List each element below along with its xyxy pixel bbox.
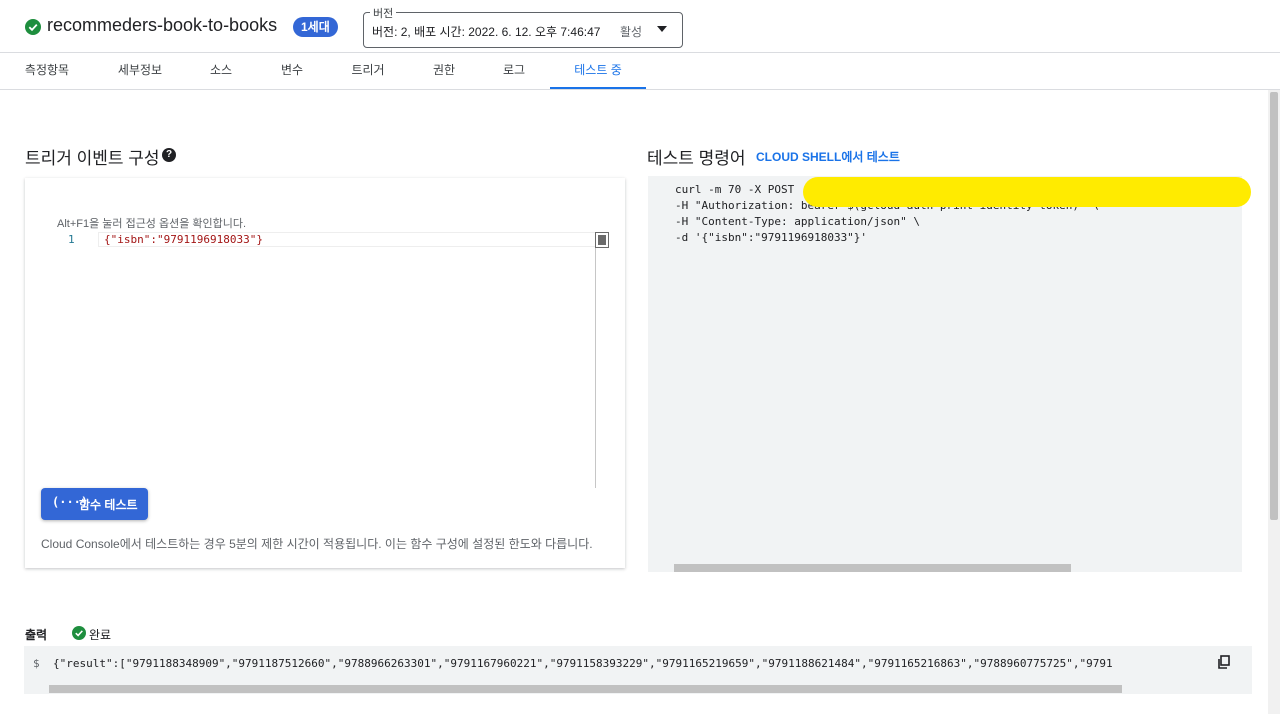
- output-result: {"result":["9791188348909","979118751266…: [53, 657, 1113, 670]
- editor-overview-marker: [595, 232, 609, 248]
- output-prompt: $: [33, 657, 40, 670]
- tab-metrics[interactable]: 측정항목: [24, 53, 70, 89]
- command-section-title: 테스트 명령어: [647, 149, 746, 168]
- check-circle-icon: [25, 19, 41, 35]
- tab-variables[interactable]: 변수: [280, 53, 304, 89]
- version-select-label: 버전: [370, 5, 397, 21]
- help-icon[interactable]: ?: [162, 148, 176, 162]
- tab-logs[interactable]: 로그: [502, 53, 526, 89]
- tab-details[interactable]: 세부정보: [117, 53, 163, 89]
- command-scrollbar[interactable]: [674, 564, 1071, 572]
- tab-source[interactable]: 소스: [209, 53, 233, 89]
- tab-bar: 측정항목 세부정보 소스 변수 트리거 권한 로그 테스트 중: [0, 53, 1280, 90]
- editor-accessibility-hint: Alt+F1을 눌러 접근성 옵션을 확인합니다.: [57, 218, 247, 230]
- command-line: curl -m 70 -X POST: [675, 183, 795, 196]
- version-select-value[interactable]: 버전: 2, 배포 시간: 2022. 6. 12. 오후 7:46:47: [372, 23, 600, 40]
- generation-badge: 1세대: [293, 17, 338, 37]
- tab-permissions[interactable]: 권한: [432, 53, 456, 89]
- function-title: recommeders-book-to-books: [47, 15, 278, 35]
- test-function-button[interactable]: (···) 함수 테스트: [41, 488, 148, 520]
- test-function-button-label: 함수 테스트: [79, 498, 138, 512]
- copy-icon[interactable]: [1217, 655, 1231, 669]
- header: recommeders-book-to-books 1세대 버전 버전: 2, …: [0, 0, 1280, 53]
- output-status: 완료: [89, 628, 112, 642]
- version-status: 활성: [620, 25, 643, 39]
- output-scrollbar[interactable]: [49, 685, 1122, 693]
- output-label: 출력: [25, 628, 48, 642]
- redaction-mark: [803, 177, 1251, 207]
- command-line: -H "Content-Type: application/json" \: [675, 215, 921, 228]
- dropdown-arrow-icon[interactable]: [657, 26, 667, 32]
- editor-code[interactable]: {"isbn":"9791196918033"}: [104, 233, 263, 246]
- tab-testing[interactable]: 테스트 중: [550, 53, 646, 89]
- timeout-notice: Cloud Console에서 테스트하는 경우 5분의 제한 시간이 적용됩니…: [41, 537, 593, 551]
- tab-triggers[interactable]: 트리거: [350, 53, 386, 89]
- page-scrollbar-thumb[interactable]: [1270, 92, 1278, 520]
- cloud-shell-test-link[interactable]: CLOUD SHELL에서 테스트: [756, 148, 900, 165]
- trigger-section-title: 트리거 이벤트 구성: [25, 149, 160, 168]
- check-circle-icon: [72, 626, 86, 640]
- editor-scrollbar[interactable]: [595, 234, 596, 488]
- command-line: -d '{"isbn":"9791196918033"}': [675, 231, 868, 244]
- line-number: 1: [68, 233, 75, 246]
